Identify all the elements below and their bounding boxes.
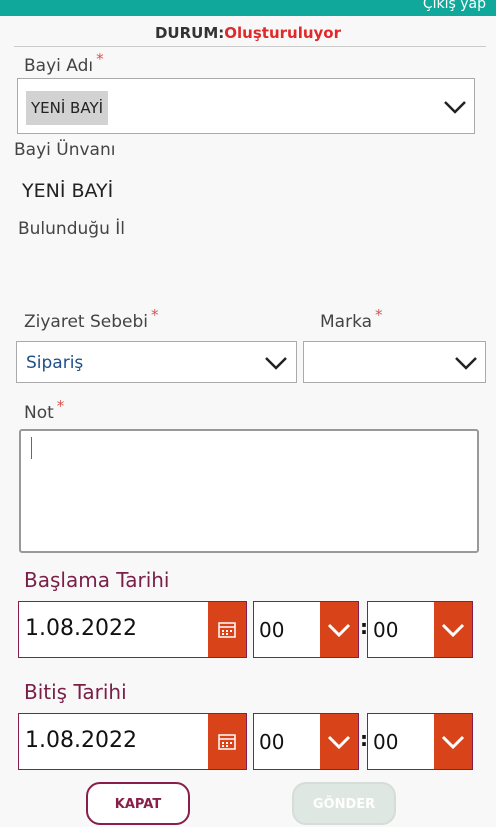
start-date-label: Başlama Tarihi: [24, 568, 170, 592]
end-date-value: 1.08.2022: [25, 728, 137, 753]
note-label: Not *: [24, 397, 64, 423]
status-line: DURUM:Oluşturuluyor: [0, 24, 496, 42]
status-label: DURUM:: [154, 24, 225, 42]
start-hour-dropdown[interactable]: 00: [253, 601, 359, 658]
dealer-title-label: Bayi Ünvanı: [14, 140, 116, 160]
note-textarea[interactable]: [19, 429, 479, 553]
send-button[interactable]: GÖNDER: [292, 782, 396, 825]
end-hour-button[interactable]: [320, 714, 358, 769]
dealer-name-dropdown[interactable]: YENİ BAYİ: [17, 78, 475, 134]
end-hour-dropdown[interactable]: 00: [253, 713, 359, 770]
start-date-field[interactable]: 1.08.2022: [18, 601, 247, 658]
chevron-down-icon[interactable]: [443, 100, 467, 114]
required-marker: *: [56, 397, 65, 415]
chevron-down-icon: [441, 623, 465, 637]
start-calendar-button[interactable]: [208, 602, 246, 657]
end-date-field[interactable]: 1.08.2022: [18, 713, 247, 770]
text-cursor: [31, 437, 32, 459]
start-hour-button[interactable]: [320, 602, 358, 657]
dealer-name-label: Bayi Adı *: [24, 50, 104, 76]
brand-label: Marka *: [320, 306, 383, 332]
dealer-name-chip[interactable]: YENİ BAYİ: [26, 91, 109, 125]
start-date-value: 1.08.2022: [25, 616, 137, 641]
dealer-name-label-text: Bayi Adı: [24, 56, 94, 76]
required-marker: *: [375, 306, 383, 324]
brand-dropdown[interactable]: [303, 341, 486, 383]
dealer-title-value: YENİ BAYİ: [22, 180, 114, 202]
visit-reason-value: Sipariş: [26, 353, 84, 373]
status-value: Oluşturuluyor: [224, 24, 342, 42]
chevron-down-icon[interactable]: [454, 356, 478, 370]
start-minute-dropdown[interactable]: 00: [367, 601, 473, 658]
start-hour-value: 00: [259, 618, 285, 642]
visit-reason-dropdown[interactable]: Sipariş: [16, 341, 297, 383]
visit-reason-label-text: Ziyaret Sebebi: [24, 312, 149, 332]
end-calendar-button[interactable]: [208, 714, 246, 769]
end-minute-dropdown[interactable]: 00: [367, 713, 473, 770]
divider: [14, 46, 486, 47]
start-minute-value: 00: [373, 618, 399, 642]
chevron-down-icon[interactable]: [264, 356, 288, 370]
chevron-down-icon: [441, 735, 465, 749]
end-date-label: Bitiş Tarihi: [24, 680, 127, 704]
close-button[interactable]: KAPAT: [86, 782, 190, 825]
calendar-icon: [218, 622, 236, 638]
visit-reason-label: Ziyaret Sebebi *: [24, 306, 159, 332]
start-minute-button[interactable]: [434, 602, 472, 657]
end-minute-value: 00: [373, 730, 399, 754]
top-bar: Çıkış yap: [0, 0, 496, 16]
end-minute-button[interactable]: [434, 714, 472, 769]
brand-label-text: Marka: [320, 312, 373, 332]
chevron-down-icon: [327, 623, 351, 637]
logout-link[interactable]: Çıkış yap: [423, 0, 486, 12]
end-hour-value: 00: [259, 730, 285, 754]
province-label: Bulunduğu İl: [18, 219, 125, 239]
note-label-text: Not: [24, 403, 54, 423]
required-marker: *: [151, 306, 159, 324]
chevron-down-icon: [327, 735, 351, 749]
required-marker: *: [96, 50, 104, 68]
calendar-icon: [218, 734, 236, 750]
